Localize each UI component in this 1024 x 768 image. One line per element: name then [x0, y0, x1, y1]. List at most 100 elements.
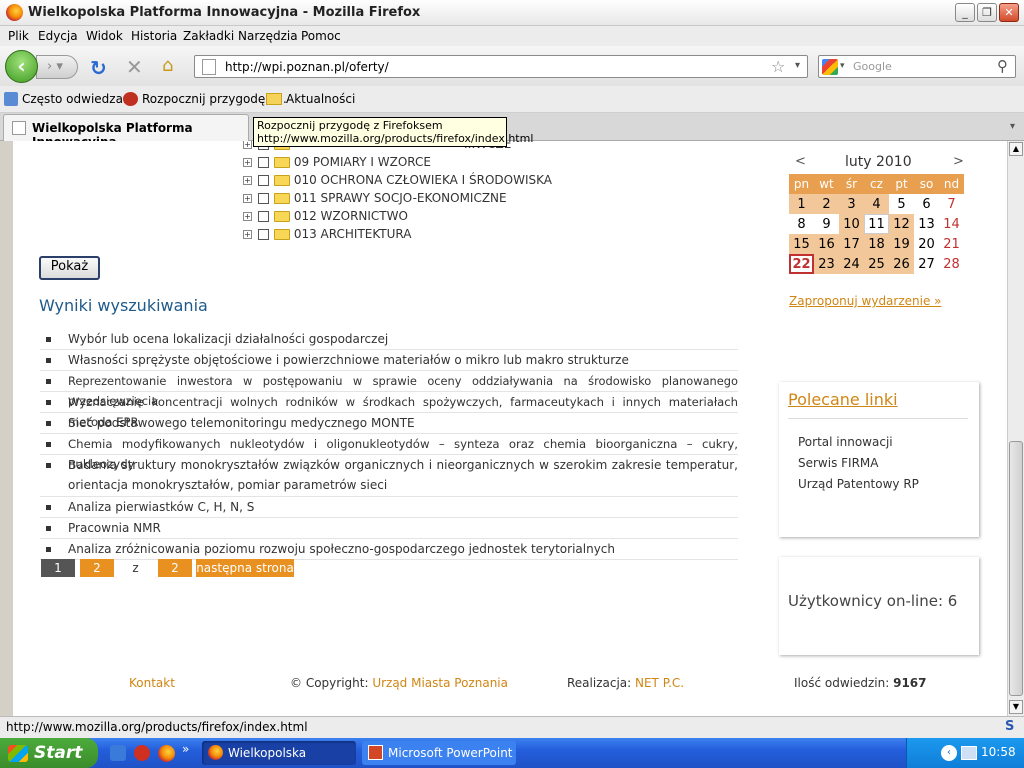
calendar-day[interactable]: 18: [864, 234, 889, 254]
scroll-down-icon[interactable]: ▼: [1009, 700, 1023, 714]
result-item[interactable]: Wyznaczanie koncentracji wolnych rodnikó…: [40, 392, 738, 429]
bookmark-star-icon[interactable]: ☆: [771, 57, 785, 76]
calendar-day[interactable]: 14: [939, 214, 964, 234]
result-link[interactable]: Analiza pierwiastków C, H, N, S: [68, 497, 738, 517]
menu-widok[interactable]: Widok: [86, 29, 123, 43]
security-icon[interactable]: S: [1005, 719, 1014, 734]
search-placeholder[interactable]: Google: [853, 60, 892, 73]
result-item[interactable]: Własności sprężyste objętościowe i powie…: [40, 350, 738, 371]
calendar-day[interactable]: 17: [839, 234, 864, 254]
google-icon[interactable]: [822, 59, 838, 75]
back-button[interactable]: ‹: [5, 50, 38, 83]
menu-historia[interactable]: Historia: [131, 29, 177, 43]
restore-button[interactable]: ❐: [977, 3, 997, 22]
result-item[interactable]: Chemia modyfikowanych nukleotydów i olig…: [40, 434, 738, 471]
task-powerpoint-label[interactable]: Microsoft PowerPoint ...: [388, 746, 513, 768]
task-firefox[interactable]: Wielkopolska Platform...: [202, 741, 356, 765]
link-firma[interactable]: Serwis FIRMA: [798, 456, 879, 470]
calendar-day[interactable]: 12: [889, 214, 914, 234]
engine-dropdown-icon[interactable]: ▾: [840, 61, 845, 71]
calendar-day[interactable]: 20: [914, 234, 939, 254]
calendar-day[interactable]: 21: [939, 234, 964, 254]
result-link[interactable]: Sieć podstawowego telemonitoringu medycz…: [68, 413, 738, 433]
calendar-day[interactable]: 16: [814, 234, 839, 254]
calendar-day[interactable]: 15: [789, 234, 814, 254]
search-icon[interactable]: ⚲: [997, 57, 1008, 75]
calendar-day[interactable]: 1: [789, 194, 814, 214]
result-link[interactable]: Analiza zróżnicowania poziomu rozwoju sp…: [68, 539, 738, 559]
calendar-day[interactable]: 5: [889, 194, 914, 214]
calendar-day[interactable]: 24: [839, 254, 864, 274]
tab-wpi[interactable]: Wielkopolska Platforma Innowacyjna: [3, 114, 249, 149]
calendar-today[interactable]: 22: [789, 254, 814, 274]
bookmark-frequent[interactable]: Często odwiedzane: [22, 92, 138, 106]
calendar-day[interactable]: 11: [864, 214, 889, 234]
result-item[interactable]: Reprezentowanie inwestora w postępowaniu…: [40, 371, 738, 408]
page-last-link[interactable]: 2: [158, 559, 192, 577]
calendar-prev[interactable]: <: [795, 154, 806, 169]
calendar-day[interactable]: 4: [864, 194, 889, 214]
search-box[interactable]: ▾ Google ⚲: [818, 55, 1016, 78]
result-link[interactable]: Pracownia NMR: [68, 518, 738, 538]
reload-icon[interactable]: ↻: [90, 56, 107, 80]
calendar-day[interactable]: 25: [864, 254, 889, 274]
calendar-day[interactable]: 26: [889, 254, 914, 274]
task-powerpoint[interactable]: Microsoft PowerPoint ...: [362, 741, 516, 765]
quicklaunch-ie-icon[interactable]: [110, 745, 126, 761]
menu-narzedzia[interactable]: Narzędzia: [238, 29, 298, 43]
home-icon[interactable]: ⌂: [162, 55, 173, 76]
result-item[interactable]: Badania struktury monokryształów związkó…: [40, 455, 738, 497]
tray-expand-icon[interactable]: ‹: [941, 745, 957, 761]
quicklaunch-media-icon[interactable]: [134, 745, 150, 761]
minimize-button[interactable]: _: [955, 3, 975, 22]
calendar-day[interactable]: 13: [914, 214, 939, 234]
clock[interactable]: 10:58: [981, 745, 1016, 759]
calendar-day[interactable]: 28: [939, 254, 964, 274]
close-window-button[interactable]: ✕: [999, 3, 1019, 22]
calendar-day[interactable]: 8: [789, 214, 814, 234]
network-icon[interactable]: [961, 746, 977, 760]
realization-link[interactable]: NET P.C.: [635, 676, 684, 690]
forward-button[interactable]: › ▾: [36, 55, 78, 79]
result-item[interactable]: Sieć podstawowego telemonitoringu medycz…: [40, 413, 738, 434]
stop-icon[interactable]: ✕: [126, 55, 143, 79]
task-firefox-label[interactable]: Wielkopolska Platform...: [228, 746, 306, 768]
link-portal[interactable]: Portal innowacji: [798, 435, 893, 449]
result-item[interactable]: Pracownia NMR: [40, 518, 738, 539]
calendar-next[interactable]: >: [953, 154, 964, 169]
tab-list-icon[interactable]: ▾: [1010, 121, 1015, 132]
menu-pomoc[interactable]: Pomoc: [301, 29, 341, 43]
result-item[interactable]: Wybór lub ocena lokalizacji działalności…: [40, 329, 738, 350]
result-link[interactable]: Badania struktury monokryształów związkó…: [68, 455, 738, 495]
calendar-day[interactable]: 23: [814, 254, 839, 274]
start-label[interactable]: Start: [34, 743, 82, 763]
calendar-day[interactable]: 9: [814, 214, 839, 234]
recommended-links-title[interactable]: Polecane linki: [788, 390, 898, 409]
calendar-day[interactable]: 7: [939, 194, 964, 214]
calendar-day[interactable]: 6: [914, 194, 939, 214]
link-patent[interactable]: Urząd Patentowy RP: [798, 477, 919, 491]
url-dropdown-icon[interactable]: ▾: [795, 60, 800, 71]
scroll-up-icon[interactable]: ▲: [1009, 142, 1023, 156]
calendar-day[interactable]: 10: [839, 214, 864, 234]
menu-edycja[interactable]: Edycja: [38, 29, 78, 43]
scroll-thumb[interactable]: [1009, 441, 1023, 696]
vertical-scrollbar[interactable]: ▲ ▼: [1007, 141, 1024, 716]
bookmark-news[interactable]: Aktualności: [286, 92, 355, 106]
next-page-link[interactable]: następna strona: [196, 559, 294, 577]
footer-contact-link[interactable]: Kontakt: [129, 676, 175, 690]
page-2-link[interactable]: 2: [80, 559, 114, 577]
calendar-day[interactable]: 19: [889, 234, 914, 254]
result-link[interactable]: Własności sprężyste objętościowe i powie…: [68, 350, 738, 370]
calendar-day[interactable]: 2: [814, 194, 839, 214]
url-text[interactable]: http://wpi.poznan.pl/oferty/: [225, 60, 389, 74]
result-item[interactable]: Analiza pierwiastków C, H, N, S: [40, 497, 738, 518]
calendar-day[interactable]: 27: [914, 254, 939, 274]
menu-plik[interactable]: Plik: [8, 29, 29, 43]
result-item[interactable]: Analiza zróżnicowania poziomu rozwoju sp…: [40, 539, 738, 560]
quicklaunch-more-icon[interactable]: »: [182, 742, 189, 756]
propose-event-link[interactable]: Zaproponuj wydarzenie »: [789, 294, 942, 308]
copyright-link[interactable]: Urząd Miasta Poznania: [372, 676, 508, 690]
url-bar[interactable]: http://wpi.poznan.pl/oferty/ ☆ ▾: [194, 55, 808, 78]
result-link[interactable]: Wybór lub ocena lokalizacji działalności…: [68, 329, 738, 349]
